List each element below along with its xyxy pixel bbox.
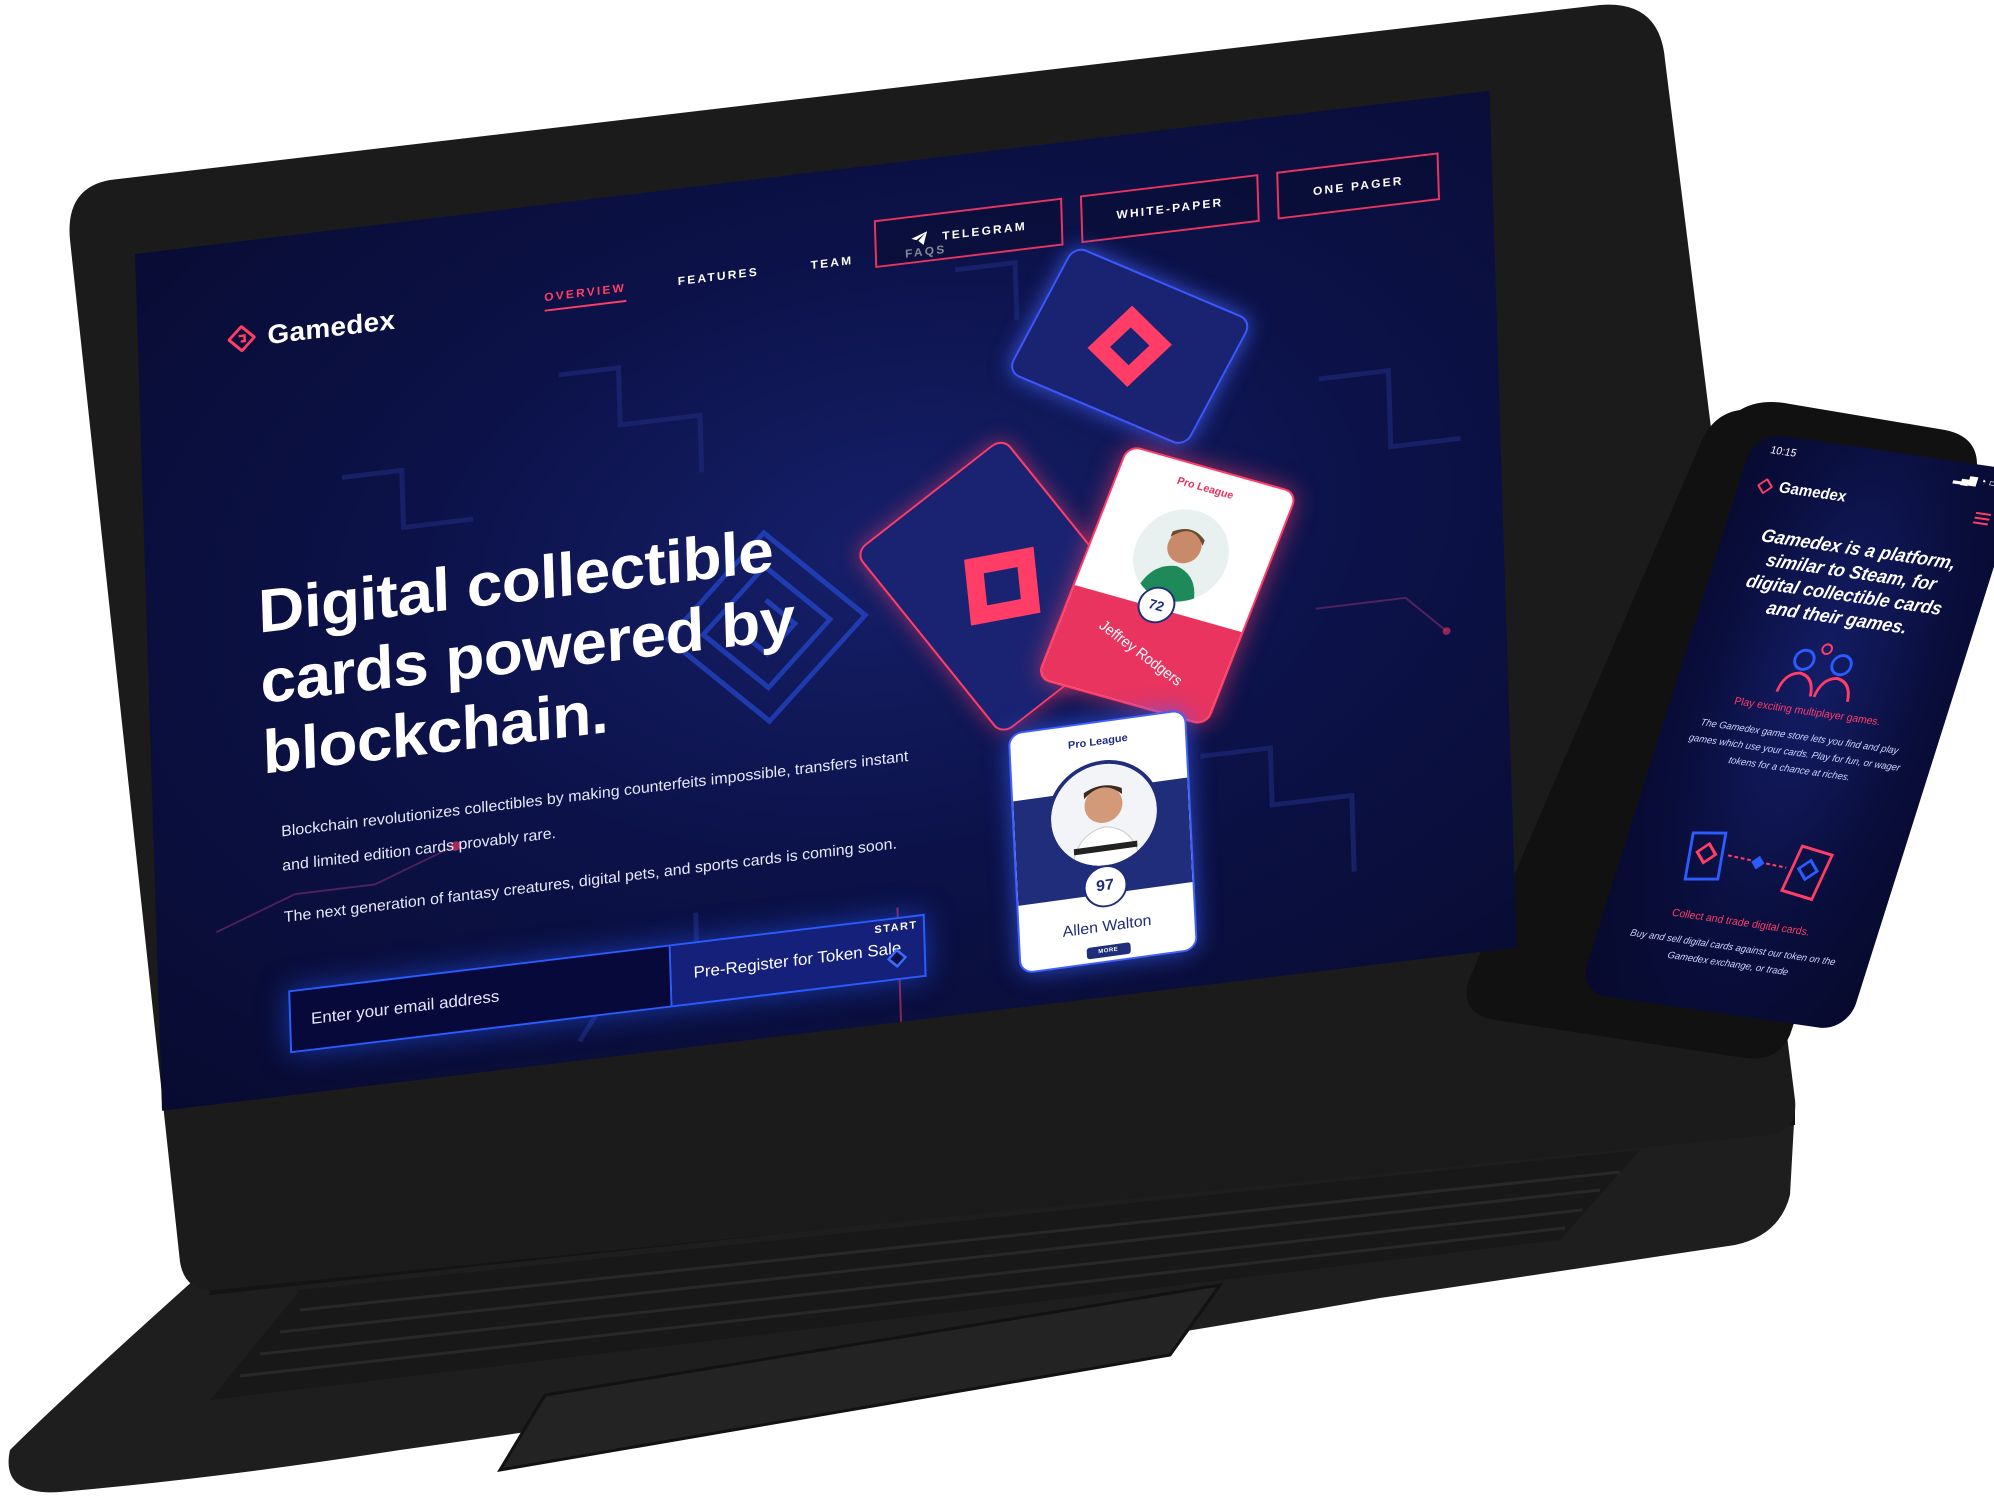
- telegram-icon: [911, 231, 928, 245]
- start-marker[interactable]: START: [866, 918, 927, 978]
- card-league: Pro League: [1067, 732, 1128, 752]
- telegram-label: TELEGRAM: [942, 219, 1028, 243]
- white-paper-label: WHITE-PAPER: [1116, 195, 1224, 222]
- diamond-icon: [886, 948, 908, 968]
- more-button[interactable]: MORE: [1086, 942, 1131, 960]
- phone-brand: Gamedex: [1776, 479, 1849, 506]
- player-card-allen[interactable]: Pro League 97 Allen Walton MORE: [1007, 708, 1198, 975]
- gamedex-logo-icon: [1757, 477, 1774, 495]
- multiplayer-icon: [1775, 643, 1853, 702]
- player-name: Allen Walton: [1062, 912, 1152, 941]
- phone-time: 10:15: [1768, 444, 1798, 460]
- player-avatar: [1113, 493, 1249, 618]
- gamedex-logo-icon: [227, 324, 257, 353]
- one-pager-label: ONE PAGER: [1312, 173, 1404, 199]
- hamburger-menu-icon[interactable]: [1972, 511, 1992, 528]
- laptop-screen: Gamedex OVERVIEW FEATURES TEAM FAQS TELE…: [135, 90, 1517, 1111]
- player-portrait-icon: [1119, 498, 1243, 613]
- phone-headline: Gamedex is a platform, similar to Steam,…: [1743, 525, 1959, 639]
- phone-logo[interactable]: Gamedex: [1755, 477, 1849, 507]
- phone-signal-icon: ▂▄▆ ◔ ▭: [1952, 472, 1994, 491]
- trade-cards-icon: [1683, 831, 1835, 902]
